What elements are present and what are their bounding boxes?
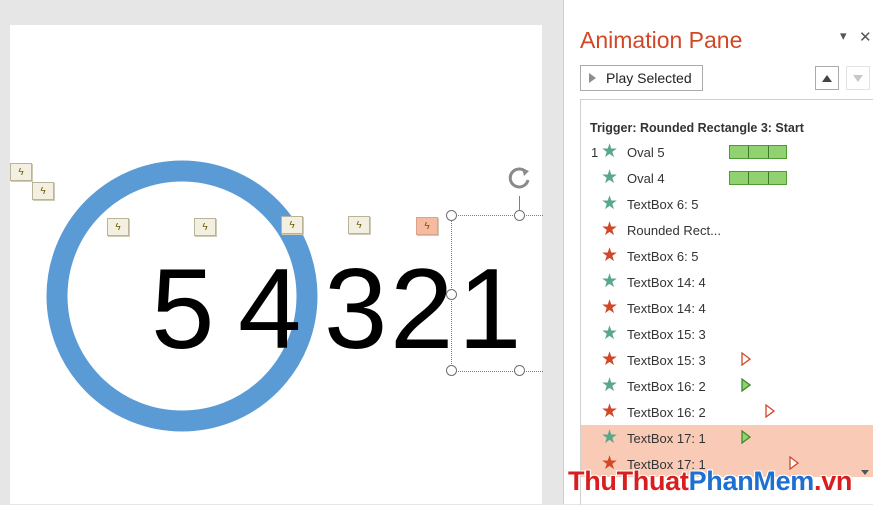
animation-list[interactable]: Trigger: Rounded Rectangle 3: Start 1 ★ Ov… — [580, 99, 873, 505]
animation-list-item[interactable]: ★ TextBox 6: 5 — [581, 243, 873, 269]
animation-item-label: TextBox 16: 2 — [627, 378, 706, 394]
digit-two-textbox[interactable]: 2 — [390, 253, 453, 367]
slide-editing-area: 5 4 3 2 1 ϟ ϟ ϟ ϟ ϟ ϟ ϟ — [0, 0, 562, 504]
trigger-lightning-icon[interactable]: ϟ — [348, 216, 370, 234]
trigger-lightning-icon[interactable]: ϟ — [281, 216, 303, 234]
animation-pane: Animation Pane ▾ ✕ Play Selected Trigger… — [563, 0, 873, 505]
pane-title: Animation Pane — [580, 27, 743, 53]
effect-star-icon: ★ — [601, 349, 619, 370]
animation-item-label: Oval 4 — [627, 170, 665, 186]
animation-item-label: TextBox 16: 2 — [627, 404, 706, 420]
animation-item-label: TextBox 15: 3 — [627, 352, 706, 368]
play-icon — [589, 73, 596, 83]
rotate-icon[interactable] — [506, 164, 534, 192]
effect-star-icon: ★ — [601, 141, 619, 162]
exit-trigger-marker-icon — [741, 352, 751, 366]
animation-list-item[interactable]: ★ Rounded Rect... — [581, 217, 873, 243]
effect-star-icon: ★ — [601, 219, 619, 240]
effect-star-icon: ★ — [601, 297, 619, 318]
animation-list-item[interactable]: ★ TextBox 14: 4 — [581, 295, 873, 321]
animation-item-label: TextBox 15: 3 — [627, 326, 706, 342]
effect-star-icon: ★ — [601, 427, 619, 448]
trigger-lightning-icon-selected[interactable]: ϟ — [416, 217, 438, 235]
animation-list-item[interactable]: ★ TextBox 15: 3 — [581, 321, 873, 347]
scroll-down-icon[interactable] — [861, 470, 869, 475]
animation-list-item[interactable]: ★ TextBox 16: 2 — [581, 373, 873, 399]
trigger-lightning-icon[interactable]: ϟ — [10, 163, 32, 181]
animation-item-label: TextBox 17: 1 — [627, 430, 706, 446]
timing-bar[interactable] — [729, 145, 787, 159]
timing-bar[interactable] — [729, 171, 787, 185]
exit-trigger-marker-icon — [765, 404, 775, 418]
trigger-lightning-icon[interactable]: ϟ — [32, 182, 54, 200]
play-selected-button[interactable]: Play Selected — [580, 65, 703, 91]
animation-list-item[interactable]: 1 ★ Oval 5 — [581, 139, 873, 165]
selection-outline — [451, 215, 543, 372]
play-selected-label: Play Selected — [606, 70, 692, 86]
animation-item-label: Rounded Rect... — [627, 222, 721, 238]
animation-item-label: TextBox 14: 4 — [627, 300, 706, 316]
entrance-trigger-marker-icon — [741, 378, 751, 392]
trigger-lightning-icon[interactable]: ϟ — [194, 218, 216, 236]
entrance-trigger-marker-icon — [741, 430, 751, 444]
resize-handle[interactable] — [446, 289, 457, 300]
trigger-lightning-icon[interactable]: ϟ — [107, 218, 129, 236]
rotate-stem — [519, 196, 520, 210]
animation-list-item[interactable]: ★ TextBox 14: 4 — [581, 269, 873, 295]
animation-item-label: TextBox 6: 5 — [627, 248, 699, 264]
move-down-button[interactable] — [846, 66, 870, 90]
animation-list-item[interactable]: ★ TextBox 16: 2 — [581, 399, 873, 425]
resize-handle[interactable] — [446, 210, 457, 221]
animation-list-item[interactable]: ★ Oval 4 — [581, 165, 873, 191]
resize-handle[interactable] — [514, 365, 525, 376]
effect-star-icon: ★ — [601, 375, 619, 396]
animation-item-label: TextBox 14: 4 — [627, 274, 706, 290]
digit-four-textbox[interactable]: 4 — [238, 253, 301, 367]
move-up-button[interactable] — [815, 66, 839, 90]
resize-handle[interactable] — [446, 365, 457, 376]
animation-order-number: 1 — [591, 144, 599, 160]
resize-handle[interactable] — [514, 210, 525, 221]
animation-list-item[interactable]: ★ TextBox 17: 1 — [581, 425, 873, 451]
animation-list-item[interactable]: ★ TextBox 6: 5 — [581, 191, 873, 217]
animation-list-item[interactable]: ★ TextBox 15: 3 — [581, 347, 873, 373]
effect-star-icon: ★ — [601, 323, 619, 344]
animation-item-label: TextBox 6: 5 — [627, 196, 699, 212]
effect-star-icon: ★ — [601, 401, 619, 422]
digit-five-textbox[interactable]: 5 — [151, 253, 214, 367]
digit-three-textbox[interactable]: 3 — [324, 253, 387, 367]
close-icon[interactable]: ✕ — [859, 28, 872, 46]
effect-star-icon: ★ — [601, 167, 619, 188]
effect-star-icon: ★ — [601, 193, 619, 214]
trigger-heading: Trigger: Rounded Rectangle 3: Start — [590, 121, 804, 135]
slide-canvas[interactable]: 5 4 3 2 1 ϟ ϟ ϟ ϟ ϟ ϟ ϟ — [10, 25, 543, 504]
effect-star-icon: ★ — [601, 271, 619, 292]
pane-options-dropdown-icon[interactable]: ▾ — [840, 28, 847, 44]
animation-item-label: Oval 5 — [627, 144, 665, 160]
arrow-up-icon — [822, 74, 832, 82]
watermark-logo: ThuThuatPhanMem.vn — [568, 466, 853, 496]
effect-star-icon: ★ — [601, 245, 619, 266]
arrow-down-icon — [853, 74, 863, 82]
